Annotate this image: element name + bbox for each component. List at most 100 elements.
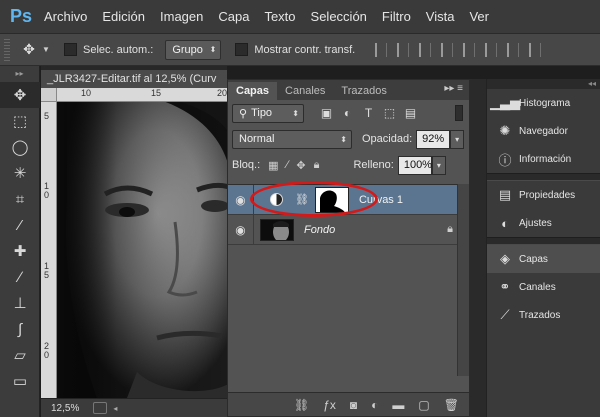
menu-texto[interactable]: Texto <box>264 9 295 24</box>
link-layers-icon[interactable]: ⛓ <box>294 398 309 412</box>
tab-trazados[interactable]: Trazados <box>333 82 394 100</box>
show-transform-checkbox[interactable] <box>235 43 249 56</box>
align-left-icon[interactable] <box>441 42 454 57</box>
document-tab[interactable]: _JLR3427-Editar.tif al 12,5% (Curv <box>41 70 227 88</box>
lock-position-icon[interactable]: ✥ <box>296 159 305 172</box>
canvas-portrait-image[interactable] <box>57 102 227 398</box>
menu-vista[interactable]: Vista <box>426 9 455 24</box>
ruler-origin[interactable] <box>41 88 57 102</box>
move-tool-preset-icon[interactable]: ✥ <box>18 40 40 60</box>
dock-informacion[interactable]: ⓘ Información <box>487 145 600 173</box>
scroll-left-icon[interactable]: ◂ <box>113 404 117 413</box>
healing-brush-tool-icon[interactable]: ✚ <box>0 238 40 264</box>
dock-navegador[interactable]: ✺ Navegador <box>487 117 600 145</box>
auto-select-dropdown[interactable]: Grupo ⬍ <box>165 39 222 60</box>
new-group-folder-icon[interactable]: ▬ <box>392 398 404 412</box>
crop-tool-icon[interactable]: ⌗ <box>0 186 40 212</box>
history-brush-tool-icon[interactable]: ∫ <box>0 316 40 342</box>
lock-pixels-icon[interactable]: ∕ <box>287 159 289 172</box>
align-vcenter-icon[interactable] <box>397 42 410 57</box>
menu-archivo[interactable]: Archivo <box>44 9 87 24</box>
brush-tool-icon[interactable]: ∕ <box>0 264 40 290</box>
move-tool-icon[interactable]: ✥ <box>0 82 40 108</box>
smart-object-filter-icon[interactable]: ▤ <box>404 106 417 120</box>
filter-toggle-switch[interactable] <box>455 105 463 121</box>
add-mask-icon[interactable]: ◙ <box>350 398 357 412</box>
menu-edicion[interactable]: Edición <box>102 9 145 24</box>
link-chain-icon[interactable]: ⛓ <box>295 193 309 206</box>
gradient-tool-icon[interactable]: ▭ <box>0 368 40 394</box>
align-bottom-icon[interactable] <box>419 42 432 57</box>
updown-arrow-icon: ⬍ <box>292 108 299 118</box>
curves-adjustment-icon[interactable] <box>270 193 283 206</box>
dock-propiedades[interactable]: ▤ Propiedades <box>487 181 600 209</box>
collapse-arrows-icon[interactable]: ▸▸ <box>0 66 39 82</box>
tab-capas[interactable]: Capas <box>228 82 278 100</box>
dock-histograma[interactable]: ▁▃▅ Histograma <box>487 89 600 117</box>
align-top-icon[interactable] <box>375 42 388 57</box>
align-right-icon[interactable] <box>485 42 498 57</box>
chevron-down-icon[interactable]: ▼ <box>42 45 50 54</box>
layer-style-fx-icon[interactable]: ƒx <box>323 398 336 412</box>
lock-row: Bloq.: ▦ ∕ ✥ 🔒︎ Relleno: 100% ▾ <box>228 152 469 178</box>
layer-name[interactable]: Curvas 1 <box>359 194 403 206</box>
filter-type-dropdown[interactable]: ⚲ Tipo ⬍ <box>232 103 304 123</box>
dock-capas[interactable]: ◈ Capas <box>487 245 600 273</box>
pixel-filter-icon[interactable]: ▣ <box>320 106 333 120</box>
dock-label: Canales <box>519 281 556 293</box>
magic-wand-tool-icon[interactable]: ✳ <box>0 160 40 186</box>
menu-imagen[interactable]: Imagen <box>160 9 203 24</box>
align-hcenter-icon[interactable] <box>463 42 476 57</box>
doc-info-icon[interactable] <box>93 402 108 414</box>
visibility-eye-icon[interactable]: ◉ <box>228 214 254 245</box>
thumb-portrait <box>261 219 293 240</box>
type-filter-icon[interactable]: T <box>362 106 375 120</box>
panel-menu-icon[interactable]: ▸▸ ≡ <box>444 83 463 94</box>
dock-canales[interactable]: ⚭ Canales <box>487 273 600 301</box>
dock-trazados[interactable]: ⟋ Trazados <box>487 301 600 329</box>
dock-label: Capas <box>519 253 548 265</box>
grip-handle[interactable] <box>4 38 10 61</box>
visibility-eye-icon[interactable]: ◉ <box>228 184 254 215</box>
shape-filter-icon[interactable]: ⬚ <box>383 106 396 120</box>
dock-collapse-icon[interactable]: ◂◂ <box>487 79 600 89</box>
tab-canales[interactable]: Canales <box>277 82 333 100</box>
fill-slider-button[interactable]: ▾ <box>431 155 446 175</box>
layers-icon: ◈ <box>500 251 510 266</box>
opacity-input[interactable]: 92% <box>416 129 451 149</box>
menu-filtro[interactable]: Filtro <box>382 9 411 24</box>
eyedropper-tool-icon[interactable]: ⁄ <box>0 212 40 238</box>
auto-select-checkbox[interactable] <box>64 43 77 56</box>
layer-thumbnail[interactable] <box>260 218 294 241</box>
layers-scrollbar[interactable] <box>457 184 469 376</box>
fill-input[interactable]: 100% <box>397 155 432 175</box>
menu-seleccion[interactable]: Selección <box>311 9 367 24</box>
opacity-slider-button[interactable]: ▾ <box>450 129 465 149</box>
horizontal-ruler[interactable]: 10 15 20 <box>57 88 227 102</box>
eraser-tool-icon[interactable]: ▱ <box>0 342 40 368</box>
lock-all-icon[interactable]: 🔒︎ <box>314 159 320 172</box>
menu-capa[interactable]: Capa <box>218 9 249 24</box>
trash-icon[interactable]: 🗑︎ <box>444 398 459 412</box>
layer-row-curvas[interactable]: ◉ ⛓ Curvas 1 <box>228 181 469 217</box>
lasso-tool-icon[interactable]: ◯ <box>0 134 40 160</box>
vertical-ruler[interactable]: 5 1 0 1 5 2 0 <box>41 102 57 398</box>
layers-panel: Capas Canales Trazados ▸▸ ≡ ⚲ Tipo ⬍ ▣ ◐… <box>227 79 470 417</box>
adjustment-filter-icon[interactable]: ◐ <box>341 106 354 120</box>
marquee-tool-icon[interactable]: ⬚ <box>0 108 40 134</box>
align-buttons <box>375 42 542 57</box>
dock-ajustes[interactable]: ◐ Ajustes <box>487 209 600 237</box>
menu-ventana[interactable]: Ver <box>469 9 489 24</box>
dock-separator <box>487 173 600 181</box>
new-layer-icon[interactable]: ▢ <box>418 398 429 412</box>
zoom-level[interactable]: 12,5% <box>51 403 79 414</box>
lock-transparency-icon[interactable]: ▦ <box>268 159 278 172</box>
blend-mode-dropdown[interactable]: Normal ⬍ <box>232 129 352 149</box>
layer-row-fondo[interactable]: ◉ Fondo 🔒︎ <box>228 214 469 245</box>
distribute-top-icon[interactable] <box>507 42 520 57</box>
layer-mask-thumbnail[interactable] <box>314 186 349 213</box>
distribute-center-icon[interactable] <box>529 42 542 57</box>
layer-name[interactable]: Fondo <box>304 224 335 236</box>
new-adjustment-icon[interactable]: ◐ <box>371 398 378 412</box>
clone-stamp-tool-icon[interactable]: ⊥ <box>0 290 40 316</box>
